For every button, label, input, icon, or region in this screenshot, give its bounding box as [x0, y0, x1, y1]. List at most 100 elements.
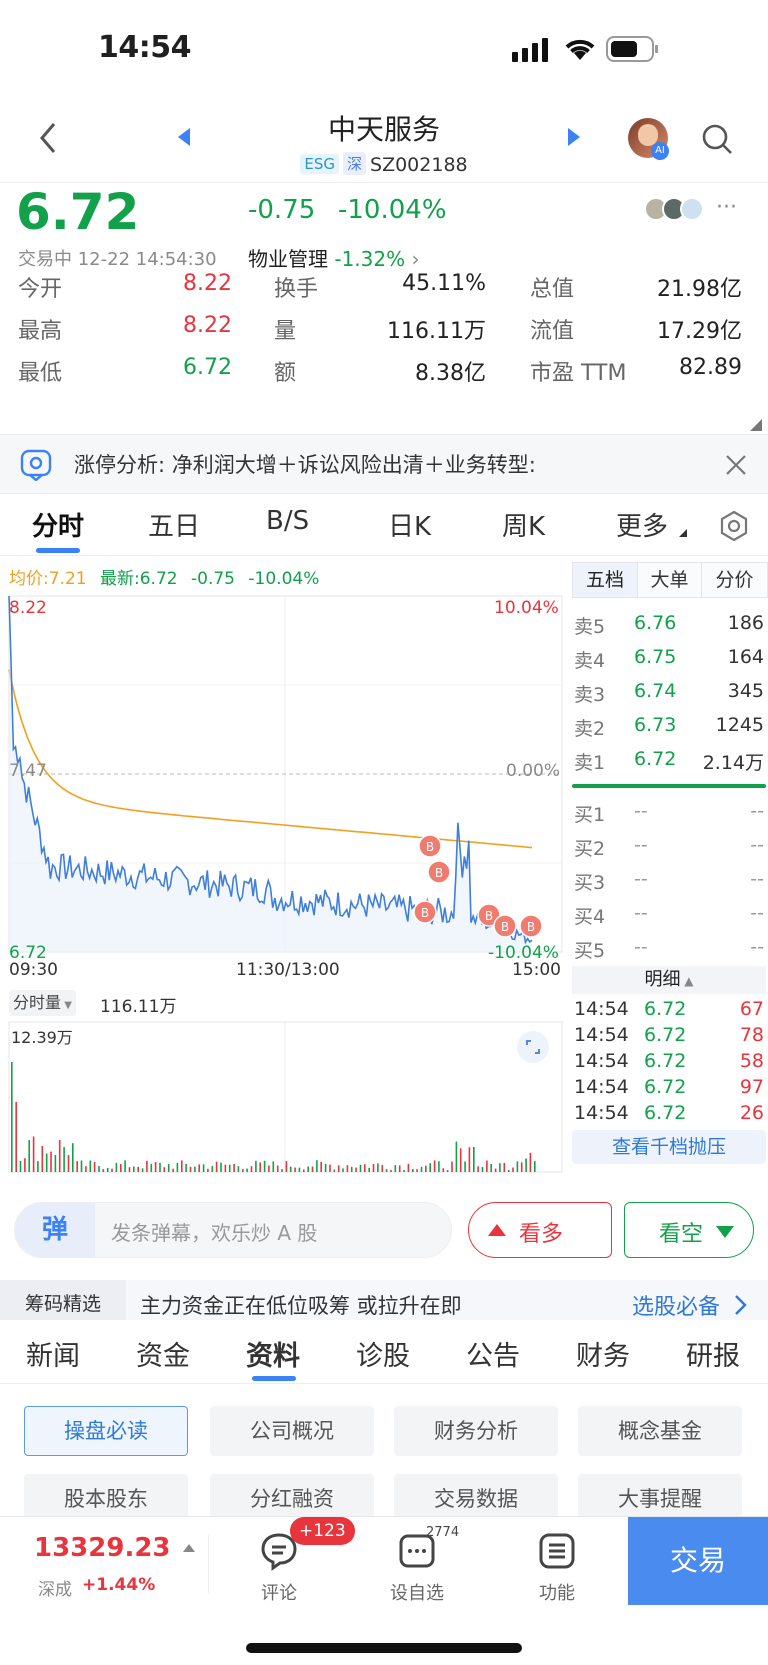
- stat-label: 流值: [530, 319, 575, 344]
- tab-five-day[interactable]: 五日: [148, 506, 200, 543]
- bid-row[interactable]: 买3 -- --: [572, 864, 766, 898]
- tab-bs[interactable]: B/S: [266, 506, 309, 536]
- volume-bar: [242, 1169, 244, 1172]
- btn-trading-must-read[interactable]: 操盘必读: [24, 1406, 188, 1456]
- level-qty: 2.14万: [702, 752, 764, 774]
- btn-financial-analysis[interactable]: 财务分析: [394, 1406, 558, 1456]
- danmu-bar: 弹 发条弹幕，欢乐炒 A 股 看多 看空: [0, 1190, 768, 1270]
- more-icon[interactable]: ···: [716, 195, 737, 220]
- bid-row[interactable]: 买1 -- --: [572, 796, 766, 830]
- btn-company-overview[interactable]: 公司概况: [210, 1406, 374, 1456]
- volume-bar: [19, 1161, 22, 1172]
- tab-financials[interactable]: 财务: [576, 1334, 630, 1373]
- ask-row[interactable]: 卖1 6.72 2.14万: [572, 744, 766, 778]
- volume-bar: [111, 1168, 113, 1172]
- index-ticker[interactable]: 13329.23 深成 +1.44%: [0, 1517, 208, 1607]
- next-stock-icon[interactable]: [566, 126, 582, 148]
- volume-max-label: 12.39万: [11, 1028, 73, 1047]
- volume-bar: [459, 1148, 462, 1172]
- depth-button[interactable]: 查看千档抛压: [572, 1130, 766, 1164]
- sector-pct: -1.32%: [334, 247, 406, 271]
- level-price: 6.73: [634, 714, 677, 736]
- esg-tag[interactable]: ESG: [300, 154, 339, 174]
- tab-diagnosis[interactable]: 诊股: [356, 1334, 410, 1373]
- buy-marker[interactable]: B: [427, 860, 451, 884]
- intraday-chart-area[interactable]: 均价:7.21 最新:6.72 -0.75 -10.04% BBBBBB 8.2…: [0, 556, 570, 1176]
- bull-button[interactable]: 看多: [468, 1202, 612, 1258]
- more-caret-icon: [679, 529, 687, 537]
- buy-marker[interactable]: B: [493, 914, 517, 938]
- buy-marker[interactable]: B: [418, 834, 442, 858]
- bid-row[interactable]: 买5 -- --: [572, 932, 766, 966]
- tab-announcements[interactable]: 公告: [466, 1334, 520, 1373]
- trade-row: 14:54 6.72 97: [572, 1074, 766, 1100]
- tab-five-levels[interactable]: 五档: [573, 563, 637, 597]
- ask-row[interactable]: 卖2 6.73 1245: [572, 710, 766, 744]
- add-watchlist-button[interactable]: 设自选: [372, 1531, 462, 1605]
- tab-profile[interactable]: 资料: [246, 1334, 300, 1373]
- volume-bar: [255, 1160, 257, 1172]
- trade-qty: 78: [739, 1024, 764, 1046]
- level-price: 6.74: [634, 680, 677, 702]
- ask-row[interactable]: 卖5 6.76 186: [572, 608, 766, 642]
- ask-row[interactable]: 卖4 6.75 164: [572, 642, 766, 676]
- tab-daily-k[interactable]: 日K: [388, 506, 431, 543]
- bid-row[interactable]: 买4 -- --: [572, 898, 766, 932]
- bid-row[interactable]: 买2 -- --: [572, 830, 766, 864]
- volume-bar: [98, 1165, 100, 1172]
- volume-bar: [394, 1165, 397, 1172]
- volume-bar: [268, 1165, 270, 1172]
- volume-bar: [63, 1147, 65, 1172]
- tab-research[interactable]: 研报: [686, 1334, 740, 1373]
- volume-bar: [11, 1062, 13, 1172]
- trade-button[interactable]: 交易: [628, 1517, 768, 1605]
- volume-bar: [507, 1169, 510, 1172]
- active-tab-indicator: [36, 548, 80, 553]
- tab-news[interactable]: 新闻: [26, 1334, 80, 1373]
- tab-big-orders[interactable]: 大单: [637, 563, 701, 597]
- close-icon[interactable]: [724, 453, 748, 477]
- expand-corner-icon[interactable]: [748, 417, 764, 433]
- tab-funds[interactable]: 资金: [136, 1334, 190, 1373]
- volume-bar: [303, 1169, 305, 1172]
- stat-value: 6.72: [183, 355, 232, 380]
- settings-icon[interactable]: [718, 510, 750, 542]
- volume-bar: [416, 1169, 418, 1172]
- buy-marker[interactable]: B: [519, 914, 543, 938]
- fullscreen-icon[interactable]: [516, 1030, 550, 1064]
- volume-bar: [185, 1163, 187, 1172]
- volume-bar: [520, 1162, 523, 1172]
- ai-avatar[interactable]: AI: [628, 118, 669, 160]
- comment-badge: +123: [290, 1517, 355, 1545]
- info-tabs: 新闻 资金 资料 诊股 公告 财务 研报: [0, 1320, 768, 1384]
- volume-bar: [150, 1163, 153, 1172]
- danmu-input[interactable]: 弹 发条弹幕，欢乐炒 A 股: [14, 1202, 452, 1258]
- stat-label: 量: [274, 319, 297, 344]
- limit-up-banner[interactable]: 涨停分析: 净利润大增＋诉讼风险出清＋业务转型:: [0, 434, 768, 494]
- level-price: --: [634, 800, 648, 822]
- tab-intraday[interactable]: 分时: [32, 506, 84, 543]
- avg-price-line: [8, 669, 533, 849]
- search-icon[interactable]: [700, 122, 734, 156]
- volume-bar: [80, 1160, 83, 1172]
- tab-weekly-k[interactable]: 周K: [502, 506, 545, 543]
- tab-price-dist[interactable]: 分价: [701, 563, 767, 597]
- sector-link[interactable]: 物业管理 -1.32% ›: [248, 243, 419, 272]
- btn-concept-funds[interactable]: 概念基金: [578, 1406, 742, 1456]
- volume-bar: [455, 1141, 458, 1172]
- volume-bar: [146, 1160, 148, 1172]
- volume-selector[interactable]: 分时量 ▼: [9, 990, 76, 1016]
- volume-bar: [529, 1152, 532, 1172]
- volume-bar: [93, 1162, 96, 1172]
- buy-marker[interactable]: B: [413, 900, 437, 924]
- function-button[interactable]: 功能: [512, 1531, 602, 1605]
- chips-link[interactable]: 选股必备: [632, 1289, 720, 1321]
- detail-header[interactable]: 明细 ▲: [572, 966, 766, 994]
- bear-button[interactable]: 看空: [624, 1202, 754, 1258]
- volume-bar: [525, 1158, 527, 1172]
- holder-avatars[interactable]: [644, 197, 716, 223]
- comment-label: 评论: [261, 1583, 297, 1604]
- volume-bar: [276, 1165, 279, 1172]
- tab-more[interactable]: 更多: [616, 506, 668, 543]
- ask-row[interactable]: 卖3 6.74 345: [572, 676, 766, 710]
